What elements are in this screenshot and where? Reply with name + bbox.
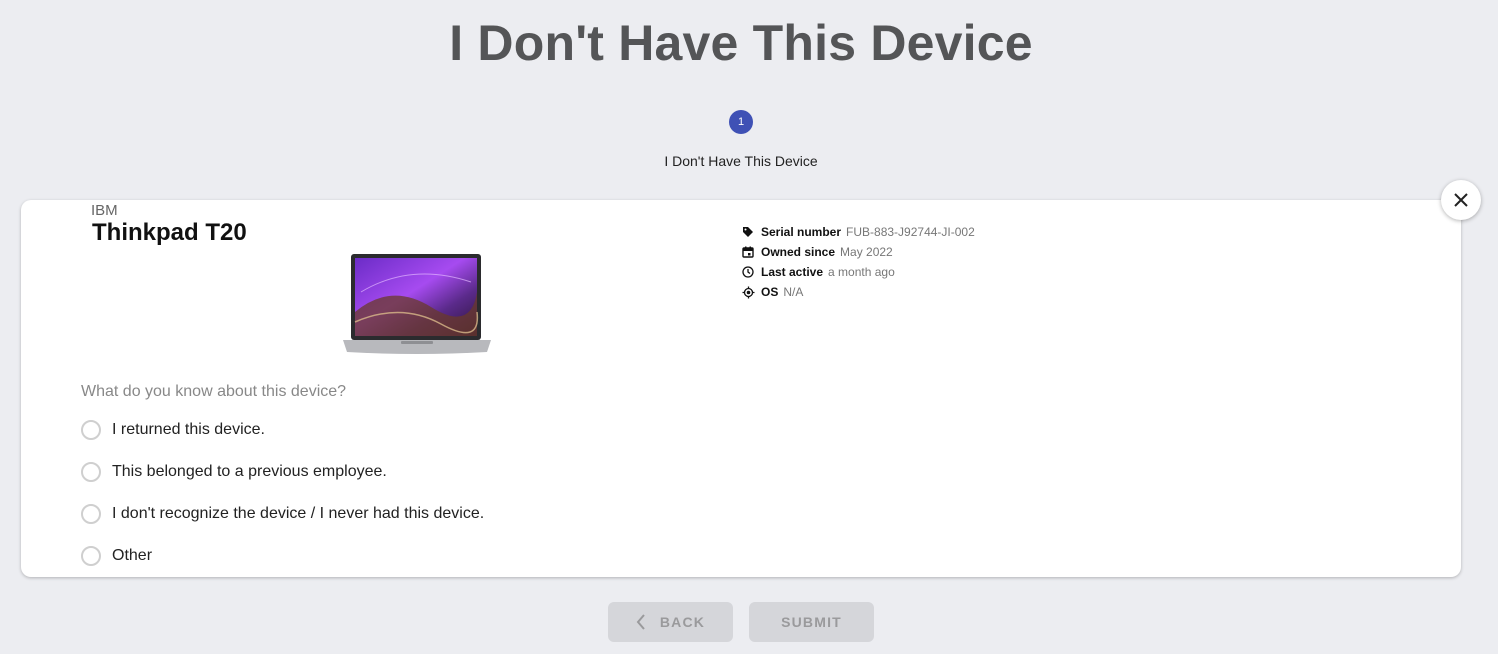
spec-value: FUB-883-J92744-JI-002 bbox=[846, 225, 975, 239]
option-label: Other bbox=[112, 547, 153, 564]
option-label: I don't recognize the device / I never h… bbox=[112, 505, 485, 522]
spec-key: Last active bbox=[761, 265, 824, 279]
spec-key: Owned since bbox=[761, 245, 836, 259]
device-model: Thinkpad T20 bbox=[92, 219, 247, 246]
option-label: This belonged to a previous employee. bbox=[112, 463, 387, 480]
radio-group: I returned this device. This belonged to… bbox=[81, 409, 484, 577]
back-label: BACK bbox=[659, 614, 706, 630]
laptop-image bbox=[343, 254, 491, 354]
spec-value: N/A bbox=[783, 285, 804, 299]
radio-button[interactable] bbox=[81, 420, 101, 440]
option-returned[interactable]: I returned this device. bbox=[81, 409, 484, 451]
option-not-recognized[interactable]: I don't recognize the device / I never h… bbox=[81, 493, 484, 535]
close-icon bbox=[1454, 193, 1468, 207]
gps-icon bbox=[741, 285, 755, 299]
radio-button[interactable] bbox=[81, 462, 101, 482]
spec-key: Serial number bbox=[761, 225, 842, 239]
chevron-left-icon bbox=[636, 614, 646, 630]
calendar-icon bbox=[741, 245, 755, 259]
spec-owned-since: Owned since May 2022 bbox=[741, 242, 975, 262]
spec-last-active: Last active a month ago bbox=[741, 262, 975, 282]
page-title: I Don't Have This Device bbox=[449, 15, 1033, 71]
spec-value: a month ago bbox=[828, 265, 895, 279]
stepper: 1 I Don't Have This Device bbox=[0, 110, 1482, 169]
device-specs: Serial number FUB-883-J92744-JI-002 Owne… bbox=[741, 222, 975, 302]
tag-icon bbox=[741, 225, 755, 239]
radio-button[interactable] bbox=[81, 546, 101, 566]
step-number: 1 bbox=[729, 110, 753, 134]
device-brand: IBM bbox=[91, 202, 118, 219]
spec-os: OS N/A bbox=[741, 282, 975, 302]
submit-button[interactable]: SUBMIT bbox=[749, 602, 874, 642]
option-label: I returned this device. bbox=[112, 421, 265, 438]
device-card: IBM Thinkpad T20 Serial number FUB-883-J… bbox=[21, 200, 1461, 577]
option-previous-employee[interactable]: This belonged to a previous employee. bbox=[81, 451, 484, 493]
spec-serial-number: Serial number FUB-883-J92744-JI-002 bbox=[741, 222, 975, 242]
back-button[interactable]: BACK bbox=[608, 602, 733, 642]
submit-label: SUBMIT bbox=[781, 614, 842, 630]
step-label: I Don't Have This Device bbox=[664, 153, 818, 169]
clock-icon bbox=[741, 265, 755, 279]
close-button[interactable] bbox=[1441, 180, 1481, 220]
footer-actions: BACK SUBMIT bbox=[0, 602, 1482, 642]
spec-key: OS bbox=[761, 285, 779, 299]
question-label: What do you know about this device? bbox=[81, 383, 347, 400]
option-other[interactable]: Other bbox=[81, 535, 484, 577]
radio-button[interactable] bbox=[81, 504, 101, 524]
spec-value: May 2022 bbox=[840, 245, 893, 259]
